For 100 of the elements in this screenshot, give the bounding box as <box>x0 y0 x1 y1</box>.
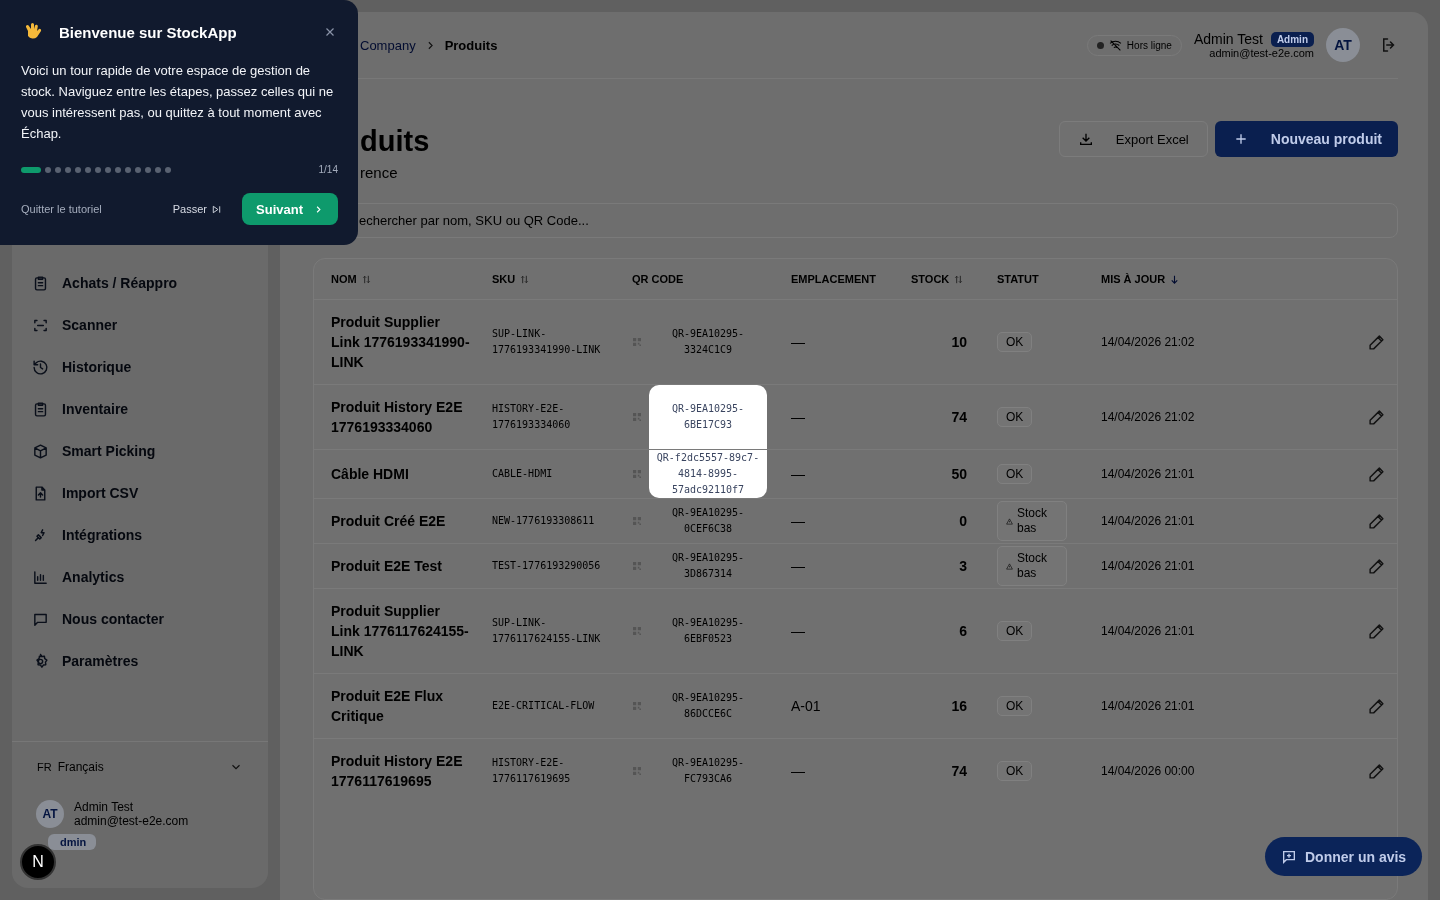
qr-code-text: QR-9EA10295-3D867314 <box>670 551 746 581</box>
status-badge: OK <box>997 696 1033 716</box>
qr-icon <box>633 338 641 346</box>
nav-item[interactable]: Achats / Réappro <box>32 262 248 304</box>
qr-icon <box>633 562 641 570</box>
user-email: admin@test-e2e.com <box>74 814 189 828</box>
new-product-button[interactable]: Nouveau produit <box>1214 121 1398 157</box>
qr-code-text: QR-9EA10295-86DCCE6C <box>670 691 746 721</box>
stock-cell-text: 0 <box>958 513 968 529</box>
user-name: Admin Test <box>1193 31 1263 47</box>
stock-cell-text: 16 <box>950 698 968 714</box>
user-avatar[interactable]: AT <box>1326 28 1360 62</box>
quit-tour-link[interactable]: Quitter le tutoriel <box>21 203 102 215</box>
column-header: STATUT <box>997 273 1039 285</box>
sort-icon[interactable] <box>953 273 965 285</box>
status-badge: OK <box>997 621 1033 641</box>
date-cell-text: 14/04/2026 21:01 <box>1101 514 1196 528</box>
sku-cell-text: SUP-LINK-1776117624155-LINK <box>492 616 602 646</box>
stock-cell-text: 6 <box>958 623 968 639</box>
location-cell-text: — <box>791 466 806 482</box>
page-title: duits <box>360 125 430 158</box>
sku-cell-text: HISTORY-E2E-1776193334060 <box>492 402 572 432</box>
sku-cell-text: SUP-LINK-1776193341990-LINK <box>492 327 602 357</box>
product-name: Produit History E2E 1776117619695 <box>331 752 464 791</box>
message-plus-icon <box>1281 848 1297 865</box>
date-cell-text: 14/04/2026 21:02 <box>1101 410 1196 424</box>
column-header[interactable]: NOM <box>331 273 357 285</box>
pencil-icon[interactable] <box>1367 465 1385 483</box>
nav-item[interactable]: Nous contacter <box>32 598 248 640</box>
wifi-off-icon <box>1108 38 1122 52</box>
history-icon <box>32 358 49 376</box>
user-name: Admin Test <box>74 800 135 814</box>
date-cell-text: 14/04/2026 00:00 <box>1101 764 1196 778</box>
language-selector[interactable]: FR Français <box>32 756 248 778</box>
pencil-icon[interactable] <box>1367 512 1385 530</box>
product-name: Produit E2E Test <box>331 557 443 576</box>
pencil-icon[interactable] <box>1367 333 1385 351</box>
sort-icon[interactable] <box>360 273 372 285</box>
tour-title: Bienvenue sur StockApp <box>59 23 237 41</box>
product-name: Produit Supplier Link 1776193341990-LINK <box>331 313 471 372</box>
nav-item[interactable]: Intégrations <box>32 514 248 556</box>
column-header: EMPLACEMENT <box>791 273 876 285</box>
nav-item[interactable]: Inventaire <box>32 388 248 430</box>
skip-icon <box>211 203 223 215</box>
location-cell-text: — <box>791 763 806 779</box>
location-cell-text: — <box>791 334 806 350</box>
pencil-icon[interactable] <box>1367 622 1385 640</box>
date-cell-text: 14/04/2026 21:01 <box>1101 699 1196 713</box>
user-avatar: AT <box>36 800 64 828</box>
next-button[interactable]: Suivant <box>242 193 338 225</box>
nav-item[interactable]: Paramètres <box>32 640 248 682</box>
product-name: Câble HDMI <box>331 465 410 484</box>
feedback-button[interactable]: Donner un avis <box>1265 837 1423 876</box>
warning-icon <box>1006 561 1013 571</box>
status-dot <box>1096 41 1104 49</box>
user-email: admin@test-e2e.com <box>1209 47 1314 59</box>
column-header[interactable]: STOCK <box>911 273 950 285</box>
nav-item[interactable]: Analytics <box>32 556 248 598</box>
qr-code-text: QR-9EA10295-FC793CA6 <box>670 756 746 786</box>
stock-cell-text: 74 <box>950 409 968 425</box>
sku-cell-text: NEW-1776193308611 <box>492 514 596 528</box>
pencil-icon[interactable] <box>1367 697 1385 715</box>
qr-icon <box>633 517 641 525</box>
qr-code-text: QR-9EA10295-6BE17C93 <box>649 385 767 449</box>
nav-item[interactable]: Smart Picking <box>32 430 248 472</box>
qr-icon <box>633 413 641 421</box>
column-header: QR CODE <box>632 273 684 285</box>
nav-item[interactable]: Import CSV <box>32 472 248 514</box>
role-badge: dmin <box>48 834 97 850</box>
location-cell-text: — <box>791 513 806 529</box>
nav-item[interactable]: Historique <box>32 346 248 388</box>
skip-button[interactable]: Passer <box>166 202 229 216</box>
qr-icon <box>633 767 641 775</box>
date-cell-text: 14/04/2026 21:02 <box>1101 335 1196 349</box>
pencil-icon[interactable] <box>1367 762 1385 780</box>
stock-cell-text: 50 <box>950 466 968 482</box>
close-icon <box>324 26 336 38</box>
date-cell-text: 14/04/2026 21:01 <box>1101 559 1196 573</box>
qr-code-text: QR-9EA10295-3324C1C9 <box>670 327 746 357</box>
status-badge: OK <box>997 407 1033 427</box>
column-header[interactable]: SKU <box>492 273 516 285</box>
qr-code-text: QR-9EA10295-0CEF6C38 <box>670 506 746 536</box>
product-name: Produit E2E Flux Critique <box>331 687 444 726</box>
pencil-icon[interactable] <box>1367 408 1385 426</box>
tour-description: Voici un tour rapide de votre espace de gestion de stock. Naviguez entre les étapes, passez celles qui ne vous intéressent pas, ou quittez à tout moment avec Échap. <box>21 62 335 143</box>
breadcrumb-link[interactable]: Company <box>360 37 416 53</box>
nav-item[interactable]: Scanner <box>32 304 248 346</box>
location-cell-text: — <box>791 558 806 574</box>
column-header[interactable]: MIS À JOUR <box>1101 273 1166 285</box>
pencil-icon[interactable] <box>1367 557 1385 575</box>
sku-cell-text: CABLE-HDMI <box>492 467 554 481</box>
status-badge: OK <box>997 464 1033 484</box>
chart-icon <box>32 568 49 586</box>
clipboard-icon <box>32 400 49 418</box>
warning-icon <box>1006 516 1013 526</box>
date-cell-text: 14/04/2026 21:01 <box>1101 467 1196 481</box>
export-button[interactable]: Export Excel <box>1058 121 1208 157</box>
sort-icon[interactable] <box>519 273 531 285</box>
download-icon <box>1077 131 1094 147</box>
location-cell-text: — <box>791 409 806 425</box>
